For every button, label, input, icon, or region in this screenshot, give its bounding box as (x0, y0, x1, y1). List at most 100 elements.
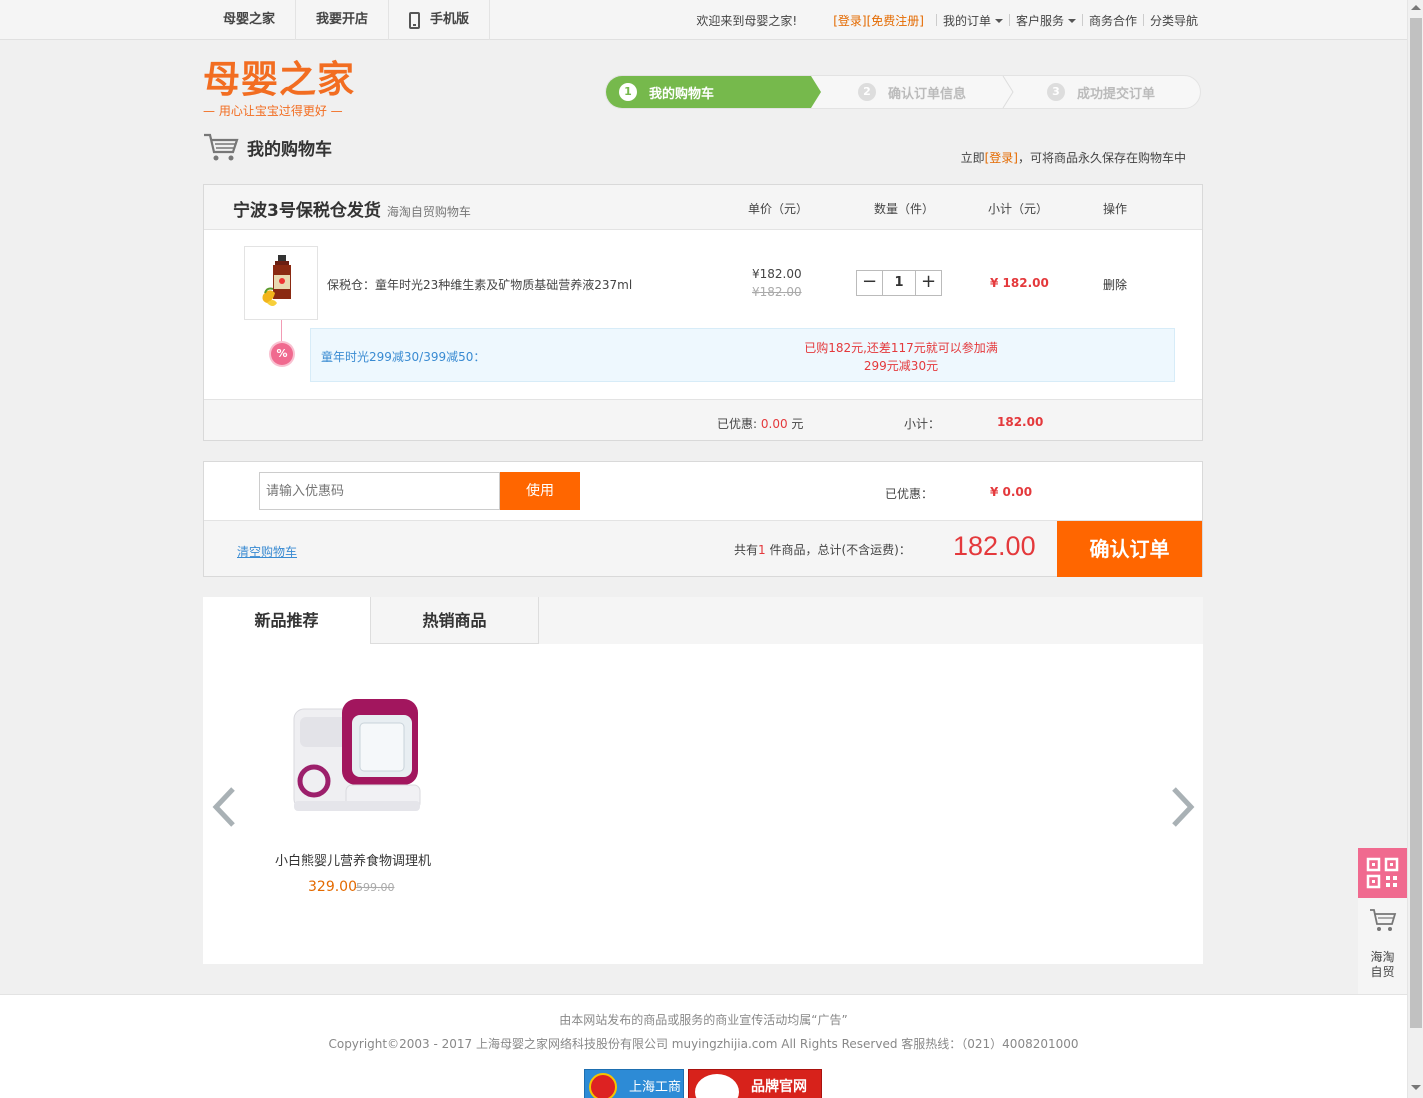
promotion-name-link[interactable]: 童年时光299减30/399减50： (321, 348, 485, 365)
use-coupon-button[interactable]: 使用 (500, 472, 580, 510)
discount-icon: % (271, 343, 293, 365)
step-label: 成功提交订单 (1077, 86, 1156, 102)
badge-label: 品牌官网 (751, 1079, 807, 1095)
site-logo[interactable]: 母婴之家 — 用心让宝宝过得更好 — (203, 60, 363, 120)
original-price: ¥182.00 (752, 285, 802, 299)
quantity-input[interactable]: 1 (882, 271, 916, 295)
col-price: 单价（元） (748, 202, 809, 216)
warehouse-sub: 海淘自贸购物车 (386, 205, 471, 219)
scroll-thumb[interactable] (1410, 18, 1422, 1028)
nav-open-shop-label: 我要开店 (316, 12, 369, 27)
divider (1142, 14, 1144, 26)
cart-table-footer: 已优惠: 0.00 元 小计： 182.00 (204, 399, 1202, 440)
nav-mobile-label: 手机版 (430, 12, 470, 27)
step-arrow (811, 76, 821, 108)
login-hint-suffix: ，可将商品永久保存在购物车中 (1017, 151, 1186, 165)
coupon-section: 使用 已优惠： ¥ 0.00 清空购物车 共有1 件商品，总计(不含运费)： 1… (203, 461, 1203, 577)
item-subtotal: ¥ 182.00 (990, 276, 1049, 290)
chevron-right-icon[interactable] (1170, 787, 1196, 827)
clear-cart-link[interactable]: 清空购物车 (237, 543, 297, 560)
shanghai-business-badge[interactable]: 上海工商 (584, 1069, 684, 1098)
recommended-product-price: 329.00 (308, 879, 357, 895)
col-qty: 数量（件） (874, 202, 935, 216)
subtotal-value: 182.00 (997, 415, 1044, 429)
footer-copyright: Copyright©2003 - 2017 上海母婴之家网络科技股份有限公司 m… (328, 1037, 1079, 1051)
coupon-code-input[interactable] (259, 472, 500, 510)
promotion-message: 已购182元,还差117元就可以参加满 299元减30元 (781, 339, 1021, 375)
coupon-discount-label: 已优惠： (885, 487, 934, 501)
cart-table-header: 宁波3号保税仓发货 海淘自贸购物车 单价（元） 数量（件） 小计（元） 操作 (204, 185, 1202, 230)
increase-button[interactable]: + (916, 271, 941, 295)
tab-hot-products[interactable]: 热销商品 (371, 597, 539, 644)
footer-ad-notice: 由本网站发布的商品或服务的商业宣传活动均属“广告” (559, 1013, 848, 1027)
step-divider (1002, 76, 1014, 108)
step-number: 3 (1047, 83, 1065, 101)
recommended-product-name[interactable]: 小白熊婴儿营养食物调理机 (273, 850, 433, 869)
discount-unit: 元 (791, 417, 804, 431)
welcome-text: 欢迎来到母婴之家! (696, 13, 798, 28)
col-action: 操作 (1103, 202, 1128, 216)
brand-official-badge[interactable]: 品牌官网 (688, 1069, 822, 1098)
login-hint: 立即[登录]，可将商品永久保存在购物车中 (961, 149, 1186, 166)
top-bar: 母婴之家 我要开店 手机版 欢迎来到母婴之家! [登录] [免费注册] 我的订单… (0, 0, 1407, 40)
side-cart-label: 海淘 自贸 (1358, 950, 1407, 980)
scroll-up-icon[interactable] (1411, 5, 1421, 10)
product-name-link[interactable]: 保税仓：童年时光23种维生素及矿物质基础营养液237ml (327, 276, 632, 293)
top-nav-left: 母婴之家 我要开店 手机版 (203, 0, 491, 40)
logo-title: 母婴之家 (203, 58, 355, 101)
page-title: 我的购物车 (247, 139, 332, 160)
recommended-product-old-price: 599.00 (356, 881, 395, 894)
side-cart-label-line1: 海淘 (1370, 950, 1395, 964)
business-link[interactable]: 商务合作 (1089, 12, 1137, 29)
chevron-down-icon (994, 19, 1003, 23)
decrease-button[interactable]: − (857, 271, 882, 295)
top-nav-right: 欢迎来到母婴之家! [登录] [免费注册] 我的订单 客户服务 商务合作 分类导… (696, 0, 1198, 40)
promo-connector (281, 320, 282, 344)
login-link[interactable]: [登录] (833, 12, 866, 29)
item-count: 1 (758, 543, 766, 557)
login-hint-link[interactable]: [登录] (985, 151, 1018, 165)
recommendation-panel: 新品推荐 热销商品 小白熊婴儿营养食物调理机 329.00 599.00 (203, 597, 1203, 964)
scrollbar[interactable] (1407, 0, 1423, 1098)
col-subtotal: 小计（元） (988, 202, 1049, 216)
side-cart-button[interactable]: 海淘 自贸 (1358, 898, 1407, 994)
delete-button[interactable]: 删除 (1103, 276, 1127, 293)
chevron-left-icon[interactable] (211, 787, 237, 827)
chevron-down-icon (1067, 19, 1076, 23)
discount-label: 已优惠: (717, 417, 758, 431)
my-orders-menu[interactable]: 我的订单 (943, 12, 1003, 29)
emblem-icon (589, 1073, 617, 1098)
nav-home-link[interactable]: 母婴之家 (203, 0, 297, 40)
cart-table: 宁波3号保税仓发货 海淘自贸购物车 单价（元） 数量（件） 小计（元） 操作 保税… (203, 184, 1203, 441)
shopping-cart-icon (204, 133, 239, 161)
divider (1081, 14, 1083, 26)
divider (935, 14, 937, 26)
phone-icon (409, 11, 421, 29)
shopping-cart-icon (1370, 909, 1397, 931)
discount-value: 0.00 (760, 417, 788, 431)
step-submit: 3 成功提交订单 (1047, 76, 1155, 108)
product-thumbnail[interactable] (244, 246, 318, 320)
customer-service-menu[interactable]: 客户服务 (1016, 12, 1076, 29)
register-link[interactable]: [免费注册] (867, 12, 924, 29)
tab-new-products[interactable]: 新品推荐 (203, 597, 371, 644)
confirm-order-button[interactable]: 确认订单 (1057, 521, 1202, 577)
cart-heading: 我的购物车 (203, 132, 332, 162)
qr-code-button[interactable] (1358, 848, 1407, 898)
step-label: 确认订单信息 (888, 86, 967, 102)
total-prefix: 共有 (734, 543, 759, 557)
recommended-product-image[interactable] (286, 689, 422, 819)
total-price: 182.00 (953, 531, 1036, 561)
nav-home-label: 母婴之家 (223, 12, 276, 27)
nav-mobile-link[interactable]: 手机版 (389, 0, 491, 40)
nav-open-shop-link[interactable]: 我要开店 (296, 0, 390, 40)
total-suffix: 件商品，总计(不含运费)： (765, 543, 911, 557)
customer-service-label: 客户服务 (1015, 13, 1064, 28)
scroll-down-icon[interactable] (1411, 1085, 1421, 1090)
category-nav-link[interactable]: 分类导航 (1150, 12, 1198, 29)
my-orders-label: 我的订单 (942, 13, 991, 28)
checkout-steps: 1 我的购物车 2 确认订单信息 3 成功提交订单 (605, 75, 1201, 109)
login-hint-prefix: 立即 (960, 151, 985, 165)
promotion-message-line2: 299元减30元 (863, 359, 939, 373)
badge-label: 上海工商 (629, 1080, 682, 1095)
